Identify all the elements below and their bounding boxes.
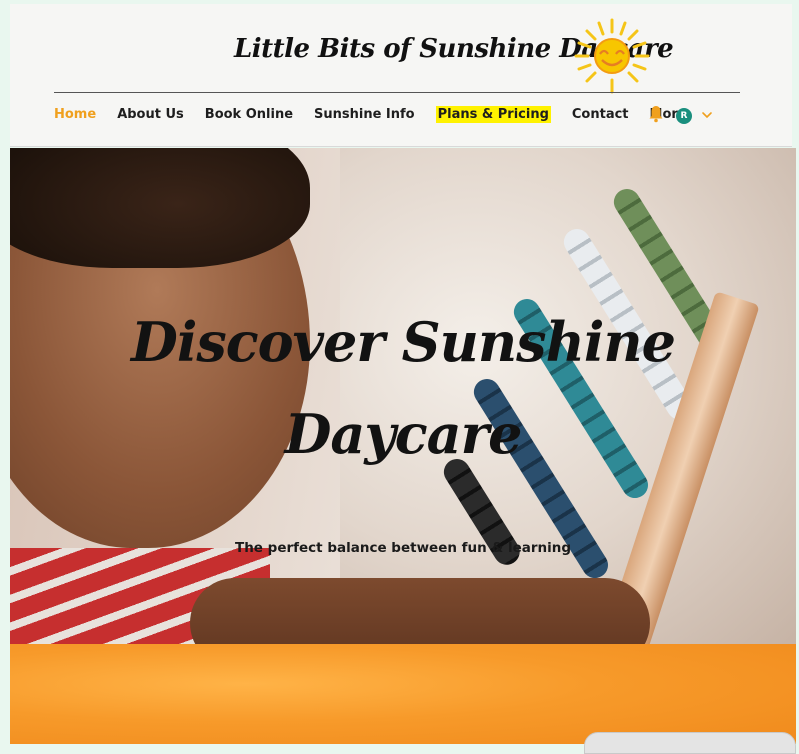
hero-title-line-2: Daycare <box>284 402 523 466</box>
nav-item-book-online[interactable]: Book Online <box>205 107 293 122</box>
hero-title-line-1: Discover Sunshine <box>131 310 676 374</box>
nav-item-plans-pricing[interactable]: Plans & Pricing <box>435 105 551 123</box>
chevron-down-icon[interactable] <box>700 108 714 122</box>
nav-item-about-us[interactable]: About Us <box>117 107 184 122</box>
page: Little Bits of Sunshine Daycare Home Abo… <box>0 0 799 754</box>
child-arm <box>190 578 650 644</box>
bell-icon[interactable] <box>648 105 664 123</box>
sun-logo-icon[interactable] <box>570 14 654 98</box>
hero-section: Discover Sunshine Daycare The perfect ba… <box>10 148 796 644</box>
site-header: Little Bits of Sunshine Daycare Home Abo… <box>10 4 792 147</box>
child-hair <box>10 148 310 268</box>
nav-item-sunshine-info[interactable]: Sunshine Info <box>314 107 415 122</box>
avatar[interactable]: R <box>676 108 692 124</box>
hero-subtitle: The perfect balance between fun & learni… <box>234 540 572 556</box>
hero-title: Discover Sunshine Daycare <box>10 296 796 480</box>
orange-section <box>10 644 796 744</box>
header-divider <box>54 92 740 93</box>
main-nav: Home About Us Book Online Sunshine Info … <box>54 102 708 126</box>
nav-item-home[interactable]: Home <box>54 107 96 122</box>
chat-widget-tab[interactable] <box>584 732 796 754</box>
nav-item-contact[interactable]: Contact <box>572 107 629 122</box>
